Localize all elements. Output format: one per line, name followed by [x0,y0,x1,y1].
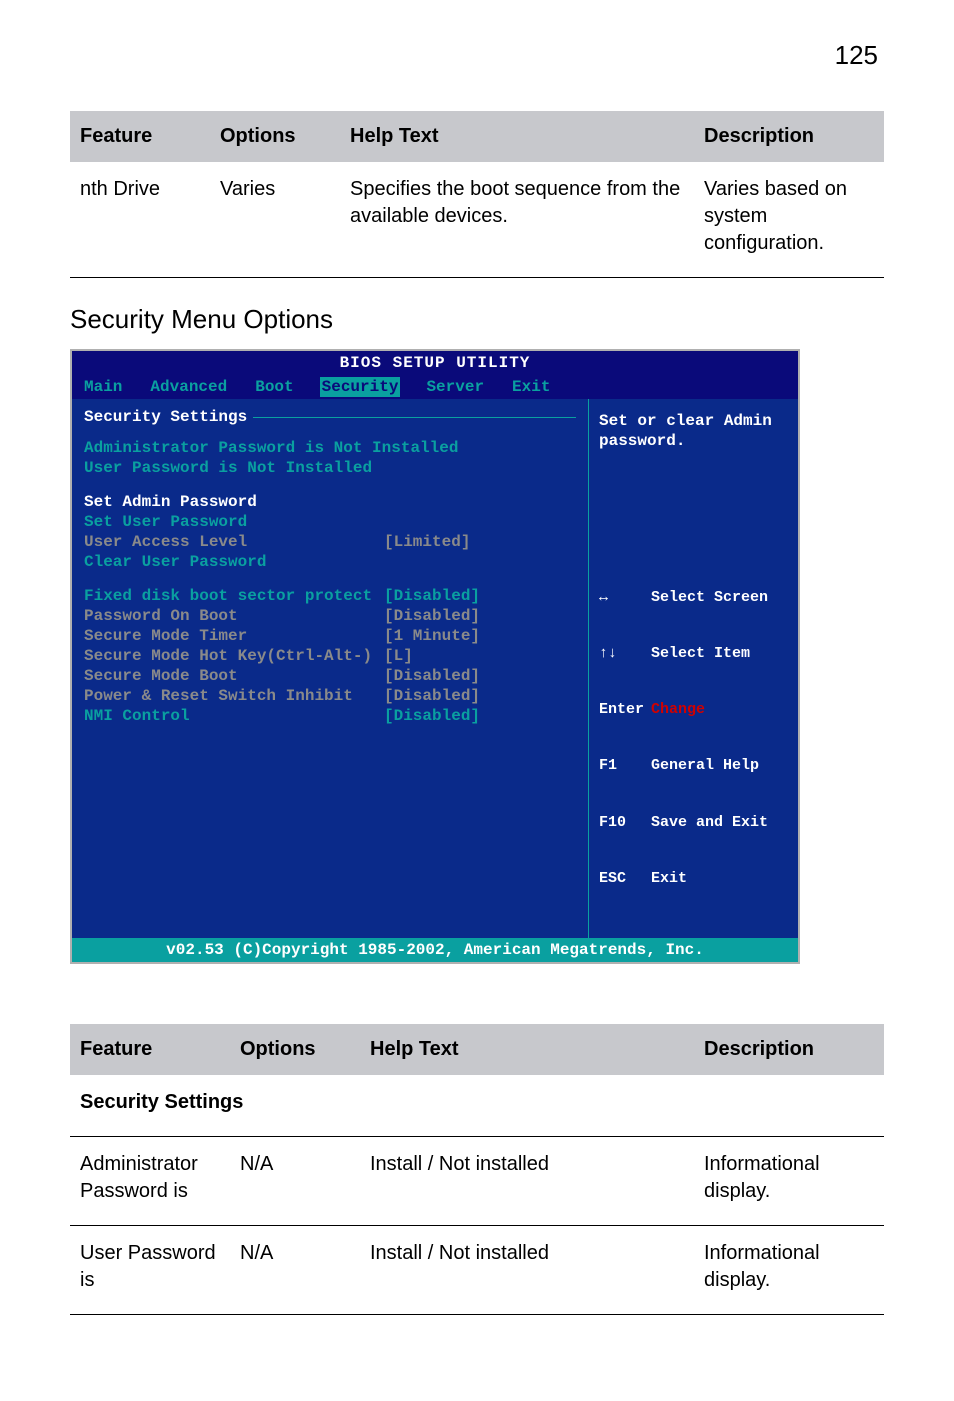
nav-action: Select Item [651,645,750,662]
boot-table: Feature Options Help Text Description nt… [70,111,884,278]
password-on-boot[interactable]: Password On Boot [84,606,384,626]
section-row: Security Settings [70,1075,884,1137]
tab-exit[interactable]: Exit [510,377,552,397]
secure-timer-value: [1 Minute] [384,626,480,646]
page-number: 125 [70,40,884,71]
table-row: Administrator Password is N/A Install / … [70,1137,884,1226]
section-title: Security Settings [70,1075,884,1137]
bios-title: BIOS SETUP UTILITY [72,351,798,375]
th-desc: Description [694,111,884,162]
secure-hotkey-value: [L] [384,646,413,666]
nmi-value: [Disabled] [384,706,480,726]
clear-user-password[interactable]: Clear User Password [84,552,576,572]
panel-title: Security Settings [84,408,253,426]
cell-desc: Informational display. [694,1226,884,1315]
nmi-control[interactable]: NMI Control [84,706,384,726]
section-heading: Security Menu Options [70,304,884,335]
th-desc: Description [694,1024,884,1075]
help-text: Set or clear Admin password. [599,411,788,451]
nav-action: Save and Exit [651,814,768,831]
secure-mode-boot[interactable]: Secure Mode Boot [84,666,384,686]
table-row: nth Drive Varies Specifies the boot sequ… [70,162,884,278]
admin-pwd-status: Administrator Password is Not Installed [84,438,576,458]
secure-boot-value: [Disabled] [384,666,480,686]
bios-menu-bar[interactable]: Main Advanced Boot Security Server Exit [72,375,798,399]
cell-help: Install / Not installed [360,1137,694,1226]
set-admin-password[interactable]: Set Admin Password [84,492,576,512]
tab-server[interactable]: Server [424,377,486,397]
cell-desc: Informational display. [694,1137,884,1226]
th-feature: Feature [70,111,210,162]
cell-help: Specifies the boot sequence from the ava… [340,162,694,278]
user-pwd-status: User Password is Not Installed [84,458,576,478]
secure-mode-hotkey[interactable]: Secure Mode Hot Key(Ctrl-Alt-) [84,646,384,666]
cell-help: Install / Not installed [360,1226,694,1315]
bios-footer: v02.53 (C)Copyright 1985-2002, American … [72,938,798,962]
tab-boot[interactable]: Boot [253,377,295,397]
cell-options: N/A [230,1137,360,1226]
secure-mode-timer[interactable]: Secure Mode Timer [84,626,384,646]
bios-main-panel: Security Settings Administrator Password… [72,399,588,938]
power-reset-value: [Disabled] [384,686,480,706]
cell-feature: User Password is [70,1226,230,1315]
th-options: Options [210,111,340,162]
table-row: User Password is N/A Install / Not insta… [70,1226,884,1315]
nav-key: ↑↓ [599,645,651,664]
fixed-disk-protect[interactable]: Fixed disk boot sector protect [84,586,384,606]
power-reset-inhibit[interactable]: Power & Reset Switch Inhibit [84,686,384,706]
cell-options: Varies [210,162,340,278]
nav-key: F10 [599,814,651,833]
nav-action: Exit [651,870,687,887]
th-help: Help Text [360,1024,694,1075]
security-table: Feature Options Help Text Description Se… [70,1024,884,1315]
th-feature: Feature [70,1024,230,1075]
user-access-value: [Limited] [384,532,470,552]
nav-key: ESC [599,870,651,889]
cell-feature: Administrator Password is [70,1137,230,1226]
fixed-disk-value: [Disabled] [384,586,480,606]
tab-advanced[interactable]: Advanced [148,377,229,397]
cell-desc: Varies based on system configuration. [694,162,884,278]
user-access-level[interactable]: User Access Level [84,532,384,552]
cell-options: N/A [230,1226,360,1315]
nav-key: ↔ [599,589,651,608]
bios-screenshot: BIOS SETUP UTILITY Main Advanced Boot Se… [70,349,800,964]
nav-action: Select Screen [651,589,768,606]
nav-key: F1 [599,757,651,776]
bios-help-panel: Set or clear Admin password. ↔Select Scr… [588,399,798,938]
password-on-boot-value: [Disabled] [384,606,480,626]
th-options: Options [230,1024,360,1075]
th-help: Help Text [340,111,694,162]
nav-legend: ↔Select Screen ↑↓Select Item EnterChange… [599,551,788,926]
tab-main[interactable]: Main [82,377,124,397]
tab-security[interactable]: Security [320,377,401,397]
nav-key: Enter [599,701,651,720]
nav-action: Change [651,701,705,718]
nav-action: General Help [651,757,759,774]
set-user-password[interactable]: Set User Password [84,512,576,532]
cell-feature: nth Drive [70,162,210,278]
